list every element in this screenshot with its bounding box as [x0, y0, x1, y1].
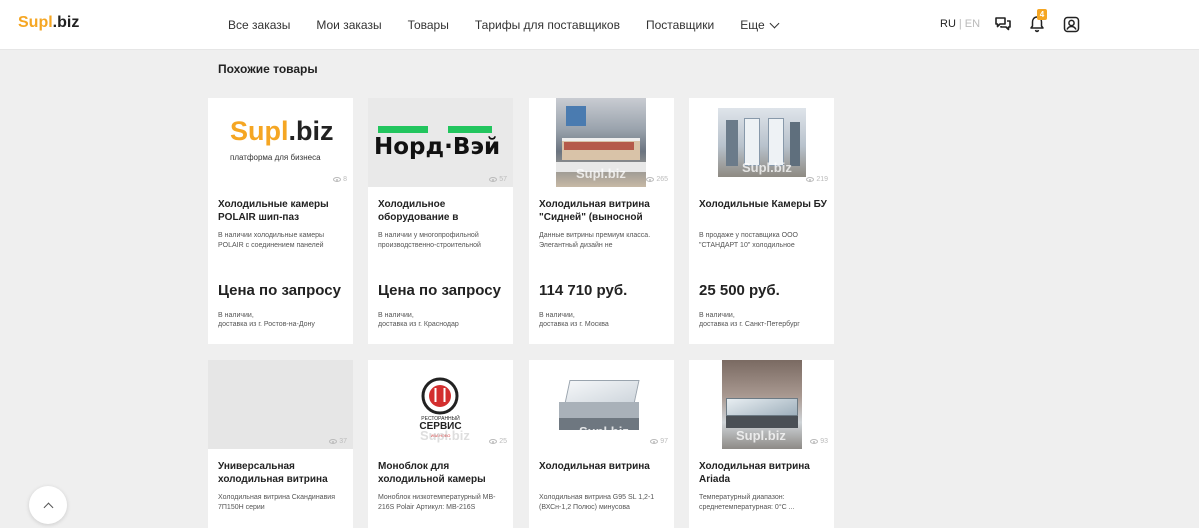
- product-availability: В наличии, доставка из г. Москва: [539, 312, 609, 328]
- product-card[interactable]: Supl.biz 93 Холодильная витрина Ariada Т…: [689, 360, 834, 528]
- product-card[interactable]: Supl.biz платформа для бизнеса 8 Холодил…: [208, 98, 353, 344]
- product-description: Температурный диапазон: среднетемператур…: [699, 494, 795, 511]
- profile-button[interactable]: [1060, 13, 1082, 35]
- product-price: 114 710 руб.: [539, 282, 628, 299]
- watermark: Supl.biz: [420, 428, 470, 443]
- view-count: 57: [489, 176, 507, 183]
- eye-icon: [333, 177, 342, 182]
- notification-count-badge: 4: [1037, 9, 1048, 20]
- product-title[interactable]: Холодильная витрина: [539, 460, 667, 473]
- logo-tagline: платформа для бизнеса: [230, 153, 321, 162]
- watermark: Supl.biz: [579, 424, 629, 439]
- product-availability: В наличии, доставка из г. Ростов-на-Дону: [218, 312, 315, 328]
- product-price: Цена по запросу: [378, 282, 501, 299]
- display-case-photo: Supl.biz: [559, 374, 643, 439]
- view-count: 265: [646, 176, 668, 183]
- product-card[interactable]: Норд·Вэй 57 Холодильное оборудование в В…: [368, 98, 513, 344]
- cold-room-photo: Supl.biz: [718, 108, 806, 177]
- view-count: 97: [650, 438, 668, 445]
- product-card[interactable]: Supl.biz 219 Холодильные Камеры БУ В про…: [689, 98, 834, 344]
- chat-button[interactable]: [992, 13, 1014, 35]
- eye-icon: [489, 439, 498, 444]
- view-count: 37: [329, 438, 347, 445]
- product-card[interactable]: Supl.biz 97 Холодильная витрина Холодиль…: [529, 360, 674, 528]
- product-description: Данные витрины премиум класса. Элегантны…: [539, 232, 651, 249]
- nav-all-orders[interactable]: Все заказы: [228, 18, 290, 32]
- product-description: В наличии у многопрофильной производстве…: [378, 232, 481, 249]
- eye-icon: [650, 439, 659, 444]
- nav-more-label: Еще: [740, 18, 765, 32]
- product-image: Supl.biz 219: [689, 98, 834, 187]
- chevron-up-icon: [43, 502, 53, 512]
- product-availability: В наличии, доставка из г. Краснодар: [378, 312, 459, 328]
- header-tools: RU | EN 4: [940, 9, 1094, 35]
- lang-separator: |: [958, 18, 962, 30]
- lang-en[interactable]: EN: [965, 18, 980, 30]
- chat-icon: [995, 17, 1011, 31]
- nord-way-logo: Норд·Вэй: [374, 134, 501, 160]
- watermark: Supl.biz: [576, 166, 626, 181]
- nav-products[interactable]: Товары: [408, 18, 449, 32]
- product-availability: В наличии, доставка из г. Санкт-Петербург: [699, 312, 800, 328]
- logo-part-supl: Supl: [18, 14, 53, 31]
- shop-display-photo: Supl.biz: [556, 98, 646, 187]
- supl-biz-logo-image: Supl.biz: [230, 116, 334, 146]
- product-image-placeholder: 37: [208, 360, 353, 449]
- product-description: Холодильная витрина Скандинавия 7П150Н с…: [218, 494, 335, 511]
- view-count: 93: [810, 438, 828, 445]
- eye-icon: [810, 439, 819, 444]
- eye-icon: [646, 177, 655, 182]
- product-image: Норд·Вэй 57: [368, 98, 513, 187]
- product-title[interactable]: Универсальная холодильная витрина: [218, 460, 346, 486]
- nav-suppliers[interactable]: Поставщики: [646, 18, 714, 32]
- product-image: Supl.biz платформа для бизнеса 8: [208, 98, 353, 187]
- product-title[interactable]: Моноблок для холодильной камеры: [378, 460, 506, 486]
- language-switcher: RU | EN: [940, 18, 980, 30]
- similar-products-heading: Похожие товары: [218, 62, 318, 76]
- notifications-button[interactable]: 4: [1026, 9, 1048, 35]
- product-card[interactable]: Supl.biz 265 Холодильная витрина "Сидней…: [529, 98, 674, 344]
- watermark: Supl.biz: [742, 160, 792, 175]
- lang-ru[interactable]: RU: [940, 18, 956, 30]
- chevron-down-icon: [769, 18, 780, 28]
- product-price: Цена по запросу: [218, 282, 341, 299]
- product-image: Supl.biz 97: [529, 360, 674, 449]
- product-description: Моноблок низкотемпературный MB-216S Pola…: [378, 494, 496, 511]
- product-title[interactable]: Холодильные Камеры БУ: [699, 198, 827, 211]
- nav-more-dropdown[interactable]: Еще: [740, 18, 780, 32]
- product-card[interactable]: РЕСТОРАННЫЙ СЕРВИС ИВАНОВО Supl.biz 25 М…: [368, 360, 513, 528]
- brand-stripe: [378, 126, 428, 133]
- nav-my-orders[interactable]: Мои заказы: [316, 18, 381, 32]
- product-description: В продаже у поставщика ООО "СТАНДАРТ 10"…: [699, 232, 798, 249]
- site-logo[interactable]: Supl.biz: [18, 14, 79, 32]
- product-image: Supl.biz 265: [529, 98, 674, 187]
- product-image: РЕСТОРАННЫЙ СЕРВИС ИВАНОВО Supl.biz 25: [368, 360, 513, 449]
- watermark: Supl.biz: [736, 428, 786, 443]
- product-card[interactable]: 37 Универсальная холодильная витрина Хол…: [208, 360, 353, 528]
- product-description: Холодильная витрина G95 SL 1,2-1 (ВХСн-1…: [539, 494, 655, 511]
- product-image: Supl.biz 93: [689, 360, 834, 449]
- logo-part-biz: .biz: [52, 14, 80, 31]
- product-price: 25 500 руб.: [699, 282, 780, 299]
- product-title[interactable]: Холодильные камеры POLAIR шип-паз: [218, 198, 346, 224]
- product-title[interactable]: Холодильное оборудование в: [378, 198, 506, 224]
- nav-supplier-tariffs[interactable]: Тарифы для поставщиков: [475, 18, 620, 32]
- main-nav: Все заказы Мои заказы Товары Тарифы для …: [228, 18, 804, 32]
- eye-icon: [329, 439, 338, 444]
- eye-icon: [806, 177, 815, 182]
- brand-stripe: [448, 126, 492, 133]
- showcase-photo: Supl.biz: [722, 360, 802, 449]
- eye-icon: [489, 177, 498, 182]
- product-description: В наличии холодильные камеры POLAIR с со…: [218, 232, 325, 249]
- product-title[interactable]: Холодильная витрина "Сидней" (выносной: [539, 198, 667, 224]
- view-count: 8: [333, 176, 347, 183]
- product-title[interactable]: Холодильная витрина Ariada: [699, 460, 827, 486]
- top-navigation-bar: Supl.biz Все заказы Мои заказы Товары Та…: [0, 0, 1199, 50]
- view-count: 219: [806, 176, 828, 183]
- view-count: 25: [489, 438, 507, 445]
- scroll-to-top-button[interactable]: [29, 486, 67, 524]
- user-icon: [1063, 16, 1079, 32]
